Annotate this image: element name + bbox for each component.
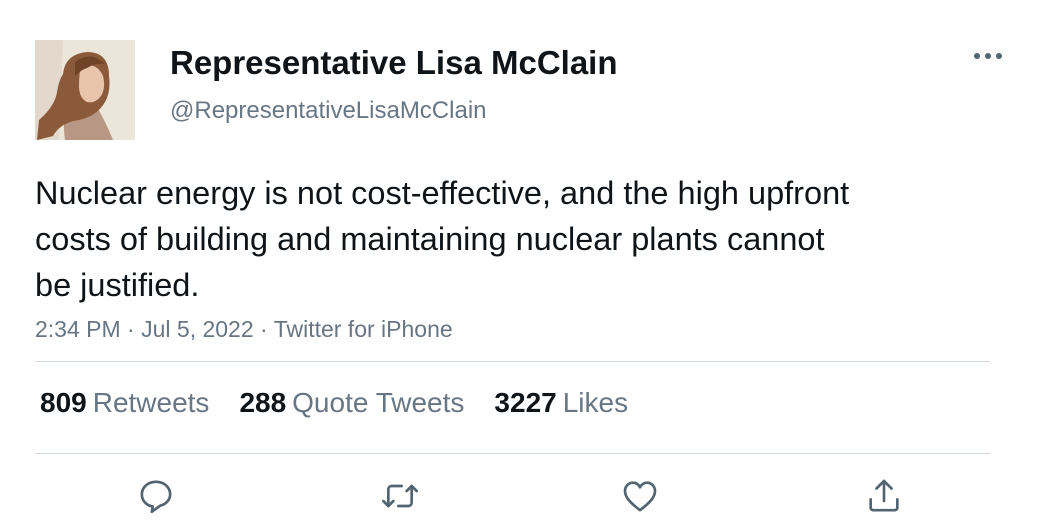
retweet-icon xyxy=(382,484,418,508)
avatar[interactable] xyxy=(35,40,135,140)
share-icon xyxy=(869,479,899,512)
more-options-button[interactable] xyxy=(970,42,1006,70)
likes-label: Likes xyxy=(562,387,629,418)
meta-separator: · xyxy=(260,316,268,342)
retweet-button[interactable] xyxy=(378,474,422,518)
tweet-text: Nuclear energy is not cost-effective, an… xyxy=(35,175,850,303)
divider xyxy=(35,453,990,454)
more-horizontal-icon xyxy=(974,53,1002,59)
retweets-count: 809 xyxy=(40,387,87,418)
share-button[interactable] xyxy=(862,474,906,518)
author-display-name[interactable]: Representative Lisa McClain xyxy=(170,44,618,82)
likes-stat[interactable]: 3227 Likes xyxy=(494,387,628,419)
heart-icon xyxy=(623,481,657,512)
retweets-stat[interactable]: 809 Retweets xyxy=(40,387,209,419)
tweet-stats: 809 Retweets 288 Quote Tweets 3227 Likes xyxy=(40,387,658,419)
tweet-date[interactable]: Jul 5, 2022 xyxy=(141,316,254,342)
likes-count: 3227 xyxy=(494,387,557,418)
reply-icon xyxy=(140,480,172,514)
retweets-label: Retweets xyxy=(92,387,210,418)
author-handle[interactable]: @RepresentativeLisaMcClain xyxy=(170,97,487,125)
quote-tweets-stat[interactable]: 288 Quote Tweets xyxy=(239,387,464,419)
like-button[interactable] xyxy=(618,474,662,518)
tweet-source[interactable]: Twitter for iPhone xyxy=(274,316,453,342)
quote-tweets-label: Quote Tweets xyxy=(292,387,465,418)
reply-button[interactable] xyxy=(134,474,178,518)
quote-tweets-count: 288 xyxy=(239,387,287,418)
tweet-time[interactable]: 2:34 PM xyxy=(35,316,121,342)
meta-separator: · xyxy=(127,316,135,342)
tweet-meta: 2:34 PM · Jul 5, 2022 · Twitter for iPho… xyxy=(35,316,453,343)
avatar-image xyxy=(35,40,135,140)
divider xyxy=(35,361,990,362)
